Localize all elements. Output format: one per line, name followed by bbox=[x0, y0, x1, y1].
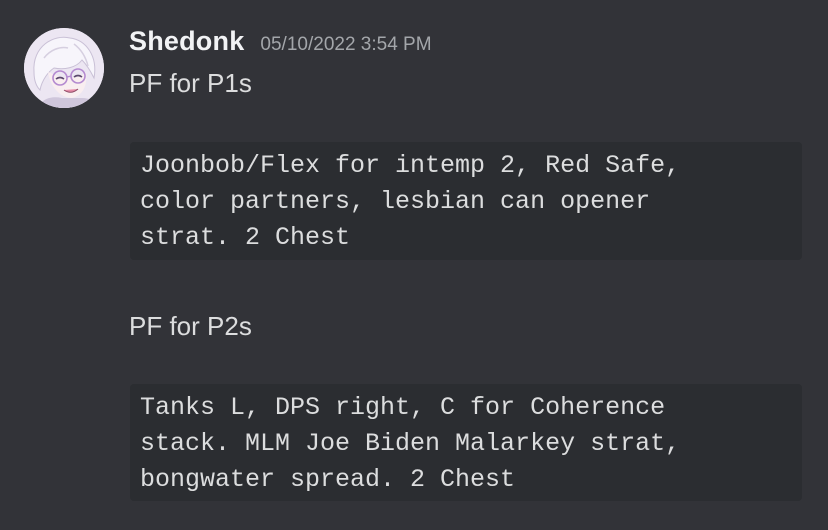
code-line: Tanks L, DPS right, C for Coherence bbox=[140, 393, 666, 422]
code-line: bongwater spread. 2 Chest bbox=[140, 465, 516, 494]
message-timestamp: 05/10/2022 3:54 PM bbox=[260, 34, 432, 55]
code-line: stack. MLM Joe Biden Malarkey strat, bbox=[140, 429, 681, 458]
message-header: Shedonk 05/10/2022 3:54 PM bbox=[129, 26, 432, 62]
code-line: color partners, lesbian can opener bbox=[140, 187, 651, 216]
user-avatar[interactable] bbox=[24, 28, 104, 108]
message-text-line-2: PF for P2s bbox=[129, 311, 252, 341]
code-line: Joonbob/Flex for intemp 2, Red Safe, bbox=[140, 151, 681, 180]
author-name[interactable]: Shedonk bbox=[129, 26, 244, 57]
code-block-1: Joonbob/Flex for intemp 2, Red Safe, col… bbox=[130, 142, 802, 260]
message-text-line-1: PF for P1s bbox=[129, 68, 252, 98]
code-block-2: Tanks L, DPS right, C for Coherence stac… bbox=[130, 384, 802, 501]
chat-message: Shedonk 05/10/2022 3:54 PM PF for P1s Jo… bbox=[0, 0, 828, 530]
code-line: strat. 2 Chest bbox=[140, 223, 351, 252]
anime-character-avatar-icon bbox=[24, 28, 104, 108]
